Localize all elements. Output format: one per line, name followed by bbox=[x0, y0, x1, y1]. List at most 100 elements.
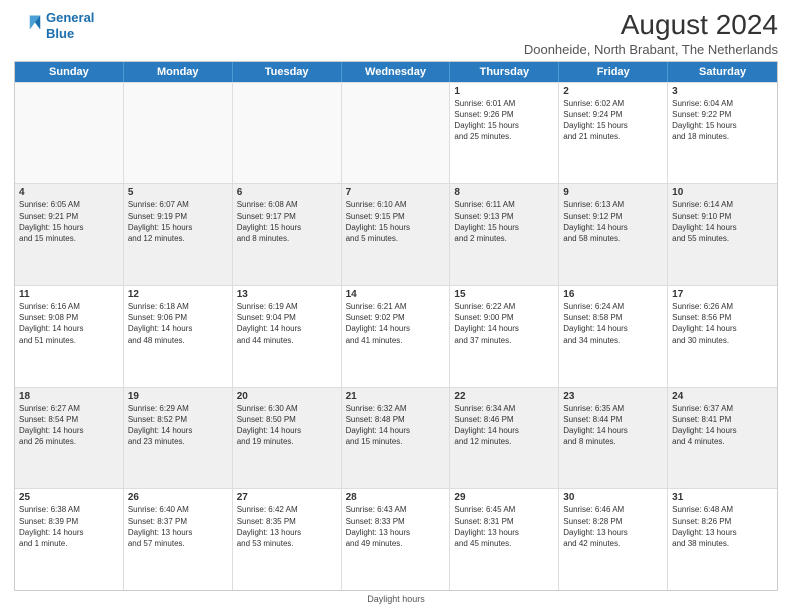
day-info: Sunrise: 6:45 AM Sunset: 8:31 PM Dayligh… bbox=[454, 504, 554, 549]
logo-text: General Blue bbox=[46, 10, 94, 41]
day-info: Sunrise: 6:22 AM Sunset: 9:00 PM Dayligh… bbox=[454, 301, 554, 346]
logo: General Blue bbox=[14, 10, 94, 41]
page: General Blue August 2024 Doonheide, Nort… bbox=[0, 0, 792, 612]
logo-icon bbox=[14, 12, 42, 40]
day-info: Sunrise: 6:16 AM Sunset: 9:08 PM Dayligh… bbox=[19, 301, 119, 346]
day-info: Sunrise: 6:40 AM Sunset: 8:37 PM Dayligh… bbox=[128, 504, 228, 549]
cal-cell: 18Sunrise: 6:27 AM Sunset: 8:54 PM Dayli… bbox=[15, 388, 124, 489]
calendar-header: SundayMondayTuesdayWednesdayThursdayFrid… bbox=[15, 62, 777, 82]
day-number: 22 bbox=[454, 391, 554, 402]
day-info: Sunrise: 6:02 AM Sunset: 9:24 PM Dayligh… bbox=[563, 98, 663, 143]
day-info: Sunrise: 6:21 AM Sunset: 9:02 PM Dayligh… bbox=[346, 301, 446, 346]
cal-cell: 28Sunrise: 6:43 AM Sunset: 8:33 PM Dayli… bbox=[342, 489, 451, 590]
cal-cell: 12Sunrise: 6:18 AM Sunset: 9:06 PM Dayli… bbox=[124, 286, 233, 387]
day-number: 29 bbox=[454, 492, 554, 503]
day-number: 9 bbox=[563, 187, 663, 198]
day-number: 7 bbox=[346, 187, 446, 198]
header-cell-wednesday: Wednesday bbox=[342, 62, 451, 82]
cal-cell: 21Sunrise: 6:32 AM Sunset: 8:48 PM Dayli… bbox=[342, 388, 451, 489]
cal-cell: 4Sunrise: 6:05 AM Sunset: 9:21 PM Daylig… bbox=[15, 184, 124, 285]
footer-note: Daylight hours bbox=[14, 594, 778, 604]
day-number: 15 bbox=[454, 289, 554, 300]
day-info: Sunrise: 6:24 AM Sunset: 8:58 PM Dayligh… bbox=[563, 301, 663, 346]
day-number: 4 bbox=[19, 187, 119, 198]
cal-cell bbox=[124, 83, 233, 184]
cal-cell: 22Sunrise: 6:34 AM Sunset: 8:46 PM Dayli… bbox=[450, 388, 559, 489]
subtitle: Doonheide, North Brabant, The Netherland… bbox=[524, 42, 778, 57]
day-info: Sunrise: 6:46 AM Sunset: 8:28 PM Dayligh… bbox=[563, 504, 663, 549]
calendar: SundayMondayTuesdayWednesdayThursdayFrid… bbox=[14, 61, 778, 591]
cal-cell: 13Sunrise: 6:19 AM Sunset: 9:04 PM Dayli… bbox=[233, 286, 342, 387]
day-info: Sunrise: 6:11 AM Sunset: 9:13 PM Dayligh… bbox=[454, 199, 554, 244]
day-number: 31 bbox=[672, 492, 773, 503]
day-number: 17 bbox=[672, 289, 773, 300]
cal-cell: 9Sunrise: 6:13 AM Sunset: 9:12 PM Daylig… bbox=[559, 184, 668, 285]
cal-cell: 24Sunrise: 6:37 AM Sunset: 8:41 PM Dayli… bbox=[668, 388, 777, 489]
header-cell-tuesday: Tuesday bbox=[233, 62, 342, 82]
day-number: 5 bbox=[128, 187, 228, 198]
day-info: Sunrise: 6:34 AM Sunset: 8:46 PM Dayligh… bbox=[454, 403, 554, 448]
day-number: 6 bbox=[237, 187, 337, 198]
calendar-row-3: 11Sunrise: 6:16 AM Sunset: 9:08 PM Dayli… bbox=[15, 285, 777, 387]
cal-cell: 6Sunrise: 6:08 AM Sunset: 9:17 PM Daylig… bbox=[233, 184, 342, 285]
day-number: 3 bbox=[672, 86, 773, 97]
day-number: 21 bbox=[346, 391, 446, 402]
day-number: 26 bbox=[128, 492, 228, 503]
day-info: Sunrise: 6:37 AM Sunset: 8:41 PM Dayligh… bbox=[672, 403, 773, 448]
day-info: Sunrise: 6:07 AM Sunset: 9:19 PM Dayligh… bbox=[128, 199, 228, 244]
day-info: Sunrise: 6:19 AM Sunset: 9:04 PM Dayligh… bbox=[237, 301, 337, 346]
cal-cell: 11Sunrise: 6:16 AM Sunset: 9:08 PM Dayli… bbox=[15, 286, 124, 387]
day-info: Sunrise: 6:14 AM Sunset: 9:10 PM Dayligh… bbox=[672, 199, 773, 244]
cal-cell: 3Sunrise: 6:04 AM Sunset: 9:22 PM Daylig… bbox=[668, 83, 777, 184]
calendar-row-5: 25Sunrise: 6:38 AM Sunset: 8:39 PM Dayli… bbox=[15, 488, 777, 590]
header: General Blue August 2024 Doonheide, Nort… bbox=[14, 10, 778, 57]
cal-cell bbox=[342, 83, 451, 184]
cal-cell: 26Sunrise: 6:40 AM Sunset: 8:37 PM Dayli… bbox=[124, 489, 233, 590]
cal-cell: 31Sunrise: 6:48 AM Sunset: 8:26 PM Dayli… bbox=[668, 489, 777, 590]
day-info: Sunrise: 6:27 AM Sunset: 8:54 PM Dayligh… bbox=[19, 403, 119, 448]
cal-cell: 19Sunrise: 6:29 AM Sunset: 8:52 PM Dayli… bbox=[124, 388, 233, 489]
cal-cell: 20Sunrise: 6:30 AM Sunset: 8:50 PM Dayli… bbox=[233, 388, 342, 489]
day-number: 10 bbox=[672, 187, 773, 198]
cal-cell: 2Sunrise: 6:02 AM Sunset: 9:24 PM Daylig… bbox=[559, 83, 668, 184]
calendar-row-4: 18Sunrise: 6:27 AM Sunset: 8:54 PM Dayli… bbox=[15, 387, 777, 489]
day-number: 23 bbox=[563, 391, 663, 402]
day-number: 12 bbox=[128, 289, 228, 300]
header-cell-friday: Friday bbox=[559, 62, 668, 82]
day-info: Sunrise: 6:08 AM Sunset: 9:17 PM Dayligh… bbox=[237, 199, 337, 244]
day-info: Sunrise: 6:26 AM Sunset: 8:56 PM Dayligh… bbox=[672, 301, 773, 346]
calendar-row-1: 1Sunrise: 6:01 AM Sunset: 9:26 PM Daylig… bbox=[15, 82, 777, 184]
day-number: 11 bbox=[19, 289, 119, 300]
cal-cell: 5Sunrise: 6:07 AM Sunset: 9:19 PM Daylig… bbox=[124, 184, 233, 285]
logo-line1: General bbox=[46, 10, 94, 25]
day-number: 24 bbox=[672, 391, 773, 402]
logo-line2: Blue bbox=[46, 26, 94, 42]
day-number: 13 bbox=[237, 289, 337, 300]
title-block: August 2024 Doonheide, North Brabant, Th… bbox=[524, 10, 778, 57]
day-info: Sunrise: 6:48 AM Sunset: 8:26 PM Dayligh… bbox=[672, 504, 773, 549]
cal-cell: 8Sunrise: 6:11 AM Sunset: 9:13 PM Daylig… bbox=[450, 184, 559, 285]
day-info: Sunrise: 6:18 AM Sunset: 9:06 PM Dayligh… bbox=[128, 301, 228, 346]
day-info: Sunrise: 6:32 AM Sunset: 8:48 PM Dayligh… bbox=[346, 403, 446, 448]
day-number: 18 bbox=[19, 391, 119, 402]
day-info: Sunrise: 6:30 AM Sunset: 8:50 PM Dayligh… bbox=[237, 403, 337, 448]
day-number: 30 bbox=[563, 492, 663, 503]
cal-cell: 29Sunrise: 6:45 AM Sunset: 8:31 PM Dayli… bbox=[450, 489, 559, 590]
header-cell-thursday: Thursday bbox=[450, 62, 559, 82]
day-info: Sunrise: 6:38 AM Sunset: 8:39 PM Dayligh… bbox=[19, 504, 119, 549]
cal-cell: 25Sunrise: 6:38 AM Sunset: 8:39 PM Dayli… bbox=[15, 489, 124, 590]
day-info: Sunrise: 6:42 AM Sunset: 8:35 PM Dayligh… bbox=[237, 504, 337, 549]
day-number: 20 bbox=[237, 391, 337, 402]
day-info: Sunrise: 6:10 AM Sunset: 9:15 PM Dayligh… bbox=[346, 199, 446, 244]
day-info: Sunrise: 6:01 AM Sunset: 9:26 PM Dayligh… bbox=[454, 98, 554, 143]
day-info: Sunrise: 6:35 AM Sunset: 8:44 PM Dayligh… bbox=[563, 403, 663, 448]
day-info: Sunrise: 6:43 AM Sunset: 8:33 PM Dayligh… bbox=[346, 504, 446, 549]
calendar-row-2: 4Sunrise: 6:05 AM Sunset: 9:21 PM Daylig… bbox=[15, 183, 777, 285]
cal-cell: 15Sunrise: 6:22 AM Sunset: 9:00 PM Dayli… bbox=[450, 286, 559, 387]
day-number: 25 bbox=[19, 492, 119, 503]
day-number: 14 bbox=[346, 289, 446, 300]
cal-cell: 30Sunrise: 6:46 AM Sunset: 8:28 PM Dayli… bbox=[559, 489, 668, 590]
cal-cell: 16Sunrise: 6:24 AM Sunset: 8:58 PM Dayli… bbox=[559, 286, 668, 387]
day-info: Sunrise: 6:04 AM Sunset: 9:22 PM Dayligh… bbox=[672, 98, 773, 143]
header-cell-sunday: Sunday bbox=[15, 62, 124, 82]
